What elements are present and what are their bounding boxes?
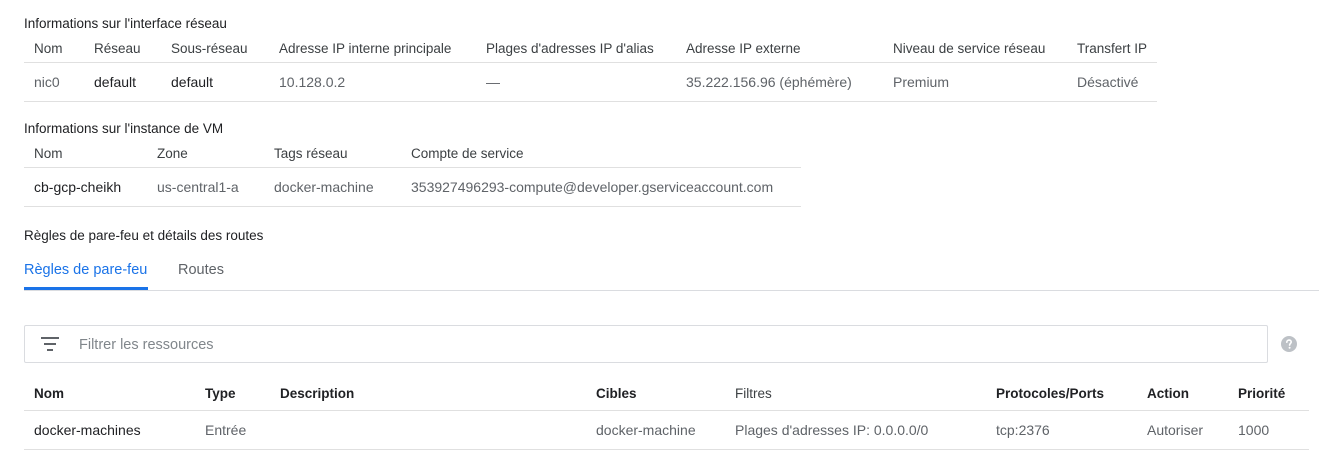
service-account-value: 353927496293-compute@developer.gservicea…	[401, 167, 801, 207]
col-header-alias-ranges: Plages d'adresses IP d'alias	[476, 34, 676, 63]
col-header-type[interactable]: Type	[195, 376, 270, 411]
firewall-section-title: Règles de pare-feu et détails des routes	[24, 228, 264, 243]
col-header-service-account: Compte de service	[401, 139, 801, 168]
col-header-network-tier: Niveau de service réseau	[883, 34, 1067, 63]
col-header-vm-name: Nom	[24, 139, 147, 168]
vm-instance-title: Informations sur l'instance de VM	[24, 121, 224, 136]
table-header-row: Nom Réseau Sous-réseau Adresse IP intern…	[24, 34, 1158, 63]
filter-bar[interactable]	[24, 325, 1268, 363]
table-header-row: Nom Zone Tags réseau Compte de service	[24, 139, 801, 168]
filter-lines-icon[interactable]	[41, 336, 61, 352]
col-header-rule-name[interactable]: Nom	[24, 376, 195, 411]
firewall-rules-table: Nom Type Description Cibles Filtres Prot…	[24, 376, 1309, 450]
col-header-zone: Zone	[147, 139, 264, 168]
rule-targets-value: docker-machine	[586, 410, 725, 450]
table-row: cb-gcp-cheikh us-central1-a docker-machi…	[24, 167, 801, 207]
rule-action-value: Autoriser	[1137, 410, 1228, 450]
col-header-name: Nom	[24, 34, 84, 63]
network-interface-table: Nom Réseau Sous-réseau Adresse IP intern…	[24, 34, 1158, 102]
table-header-row: Nom Type Description Cibles Filtres Prot…	[24, 376, 1309, 411]
rule-type-value: Entrée	[195, 410, 270, 450]
firewall-tabs: Règles de pare-feu Routes	[24, 250, 1319, 291]
col-header-action[interactable]: Action	[1137, 376, 1228, 411]
col-header-priority[interactable]: Priorité	[1228, 376, 1309, 411]
active-tab-indicator	[24, 287, 148, 290]
col-header-description[interactable]: Description	[270, 376, 586, 411]
col-header-protocols-ports[interactable]: Protocoles/Ports	[986, 376, 1137, 411]
network-interface-title: Informations sur l'interface réseau	[24, 16, 227, 31]
col-header-subnet: Sous-réseau	[161, 34, 269, 63]
rule-priority-value: 1000	[1228, 410, 1309, 450]
col-header-targets[interactable]: Cibles	[586, 376, 725, 411]
rule-ports-value: tcp:2376	[986, 410, 1137, 450]
internal-ip-value: 10.128.0.2	[269, 62, 476, 102]
network-link[interactable]: default	[84, 62, 161, 102]
col-header-network: Réseau	[84, 34, 161, 63]
subnet-link[interactable]: default	[161, 62, 269, 102]
network-tag-value: docker-machine	[264, 167, 401, 207]
alias-ranges-value: —	[476, 62, 676, 102]
rule-description-value	[270, 410, 586, 450]
nic-name: nic0	[24, 62, 84, 102]
col-header-internal-ip: Adresse IP interne principale	[269, 34, 476, 63]
help-circle-icon[interactable]	[1281, 336, 1297, 352]
network-tier-value: Premium	[883, 62, 1067, 102]
external-ip-value: 35.222.156.96 (éphémère)	[676, 62, 883, 102]
rule-name-link[interactable]: docker-machines	[24, 410, 195, 450]
col-header-filters: Filtres	[725, 376, 986, 411]
tab-firewall-rules[interactable]: Règles de pare-feu	[24, 262, 147, 278]
zone-value: us-central1-a	[147, 167, 264, 207]
col-header-ip-forwarding: Transfert IP	[1067, 34, 1158, 63]
col-header-external-ip: Adresse IP externe	[676, 34, 883, 63]
table-row: nic0 default default 10.128.0.2 — 35.222…	[24, 62, 1158, 102]
col-header-network-tags: Tags réseau	[264, 139, 401, 168]
table-row: docker-machines Entrée docker-machine Pl…	[24, 410, 1309, 450]
ip-forwarding-value: Désactivé	[1067, 62, 1158, 102]
filter-resources-input[interactable]	[77, 332, 1231, 358]
vm-instance-table: Nom Zone Tags réseau Compte de service c…	[24, 139, 801, 207]
tab-routes[interactable]: Routes	[178, 262, 224, 278]
vm-name-link[interactable]: cb-gcp-cheikh	[24, 167, 147, 207]
rule-filters-value: Plages d'adresses IP: 0.0.0.0/0	[725, 410, 986, 450]
